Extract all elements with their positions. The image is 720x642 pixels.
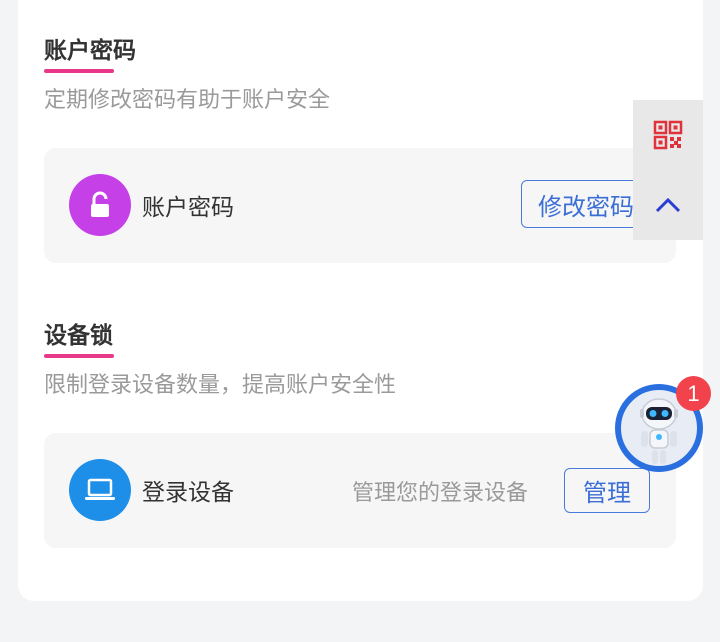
- password-section-description: 定期修改密码有助于账户安全: [44, 88, 331, 113]
- login-devices-row: 登录设备 管理您的登录设备 管理: [44, 433, 676, 548]
- device-lock-section-title: 设备锁: [44, 323, 113, 349]
- login-devices-hint: 管理您的登录设备: [351, 481, 528, 506]
- notification-badge: 1: [676, 376, 711, 411]
- password-row-label: 账户密码: [142, 195, 234, 221]
- laptop-icon: [69, 459, 131, 521]
- device-lock-section-description: 限制登录设备数量，提高账户安全性: [44, 373, 397, 398]
- chevron-up-icon[interactable]: [633, 170, 703, 240]
- login-devices-label: 登录设备: [142, 480, 234, 506]
- floating-side-panel: [633, 100, 703, 240]
- qr-code-icon[interactable]: [633, 100, 703, 170]
- password-row: 账户密码 修改密码: [44, 148, 676, 263]
- device-lock-section-underline: [44, 354, 114, 358]
- manage-devices-button[interactable]: 管理: [564, 468, 650, 513]
- change-password-button[interactable]: 修改密码: [521, 180, 651, 228]
- password-section-title: 账户密码: [44, 38, 136, 64]
- password-section-underline: [44, 69, 114, 73]
- unlock-icon: [69, 174, 131, 236]
